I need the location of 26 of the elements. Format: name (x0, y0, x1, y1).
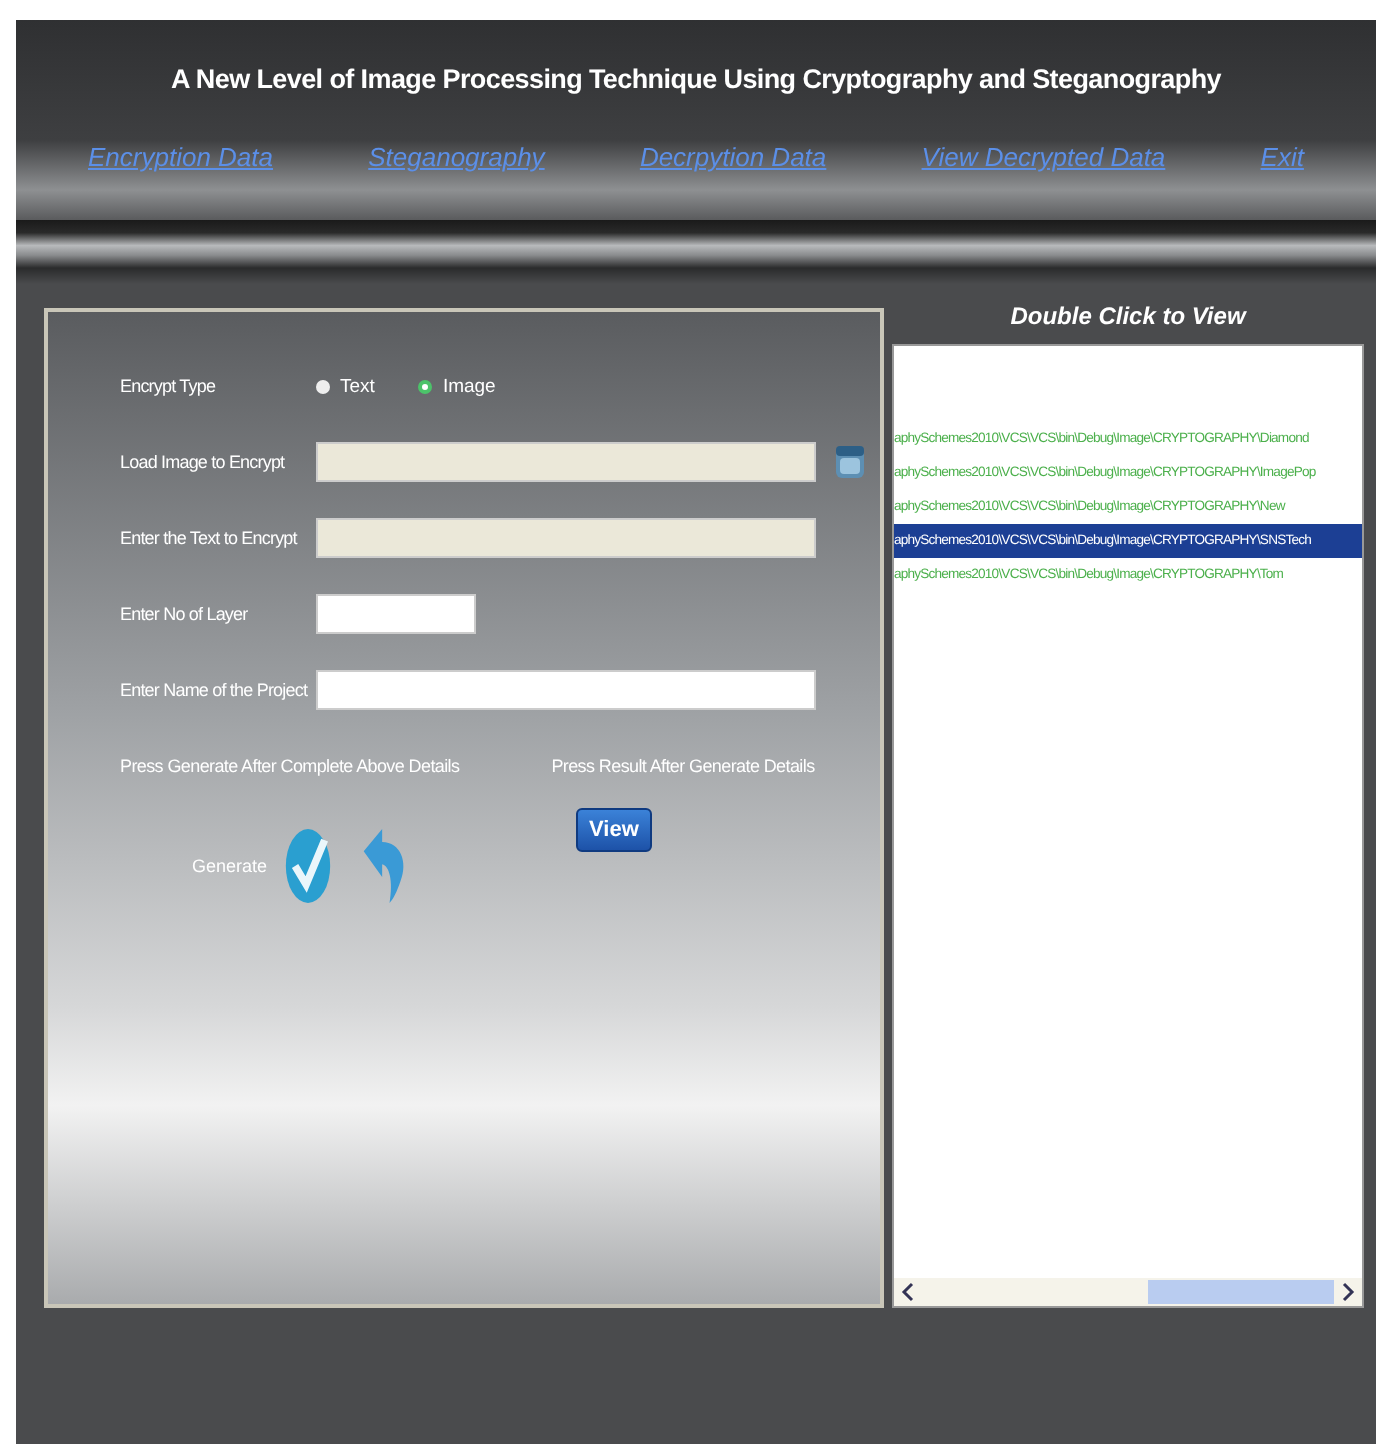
nav-link[interactable]: Decrpytion Data (639, 142, 827, 172)
nav-link[interactable]: Encryption Data (88, 142, 273, 172)
radio-option[interactable]: Text (316, 375, 375, 397)
input-field[interactable] (316, 594, 476, 634)
nav-link[interactable]: Exit (1260, 142, 1304, 172)
instruction-text: Press Generate After Complete Above Details (120, 756, 460, 776)
radio-option[interactable]: Image (418, 375, 496, 397)
back-arrow-icon[interactable] (359, 824, 408, 908)
field-label: Enter No of Layer (120, 604, 250, 624)
nav-link[interactable]: Steganography (368, 142, 545, 172)
field-label: Encrypt Type (120, 376, 218, 396)
scroll-left-icon[interactable] (900, 1280, 916, 1304)
view-button[interactable]: View (575, 808, 653, 852)
checkmark-icon[interactable] (283, 824, 332, 908)
field-label: Enter the Text to Encrypt (120, 528, 300, 548)
generate-label: Generate (192, 856, 268, 876)
list-title: Double Click to View (1008, 300, 1249, 334)
nav-link[interactable]: View Decrypted Data (921, 142, 1166, 172)
instruction-text: Press Result After Generate Details (551, 756, 815, 776)
input-field[interactable] (316, 670, 816, 710)
scroll-thumb[interactable] (1148, 1280, 1334, 1304)
app-title: A New Level of Image Processing Technique Using Cryptography and Steganography (171, 64, 1221, 94)
field-label: Enter Name of the Project (120, 680, 310, 700)
horizontal-scrollbar[interactable] (894, 1278, 1362, 1306)
scroll-right-icon[interactable] (1340, 1280, 1356, 1304)
field-label: Load Image to Encrypt (120, 452, 287, 472)
